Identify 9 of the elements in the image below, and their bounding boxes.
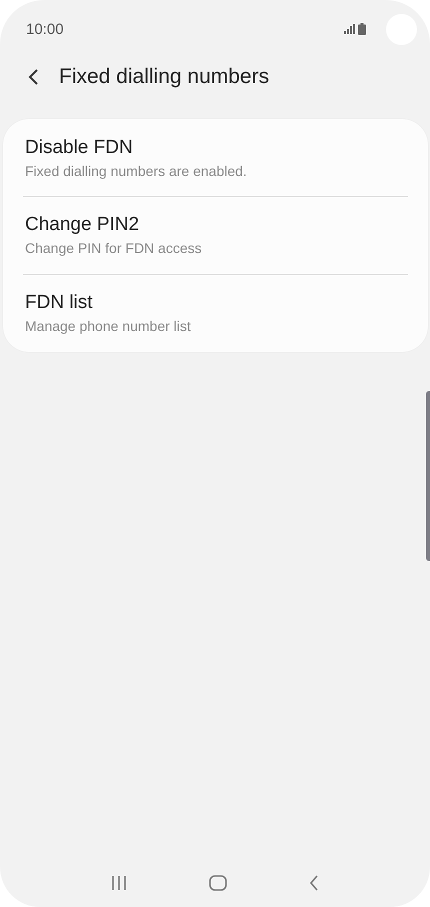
battery-icon xyxy=(358,23,366,35)
settings-item[interactable]: Change PIN2 Change PIN for FDN access xyxy=(23,196,408,274)
settings-item[interactable]: Disable FDN Fixed dialling numbers are enabled. xyxy=(23,119,408,196)
settings-item[interactable]: FDN list Manage phone number list xyxy=(23,274,408,352)
signal-icon xyxy=(344,24,355,34)
status-time: 10:00 xyxy=(26,20,65,38)
recent-apps-icon[interactable] xyxy=(111,875,127,891)
home-icon[interactable] xyxy=(209,875,227,891)
page-title: Fixed dialling numbers xyxy=(59,65,270,89)
